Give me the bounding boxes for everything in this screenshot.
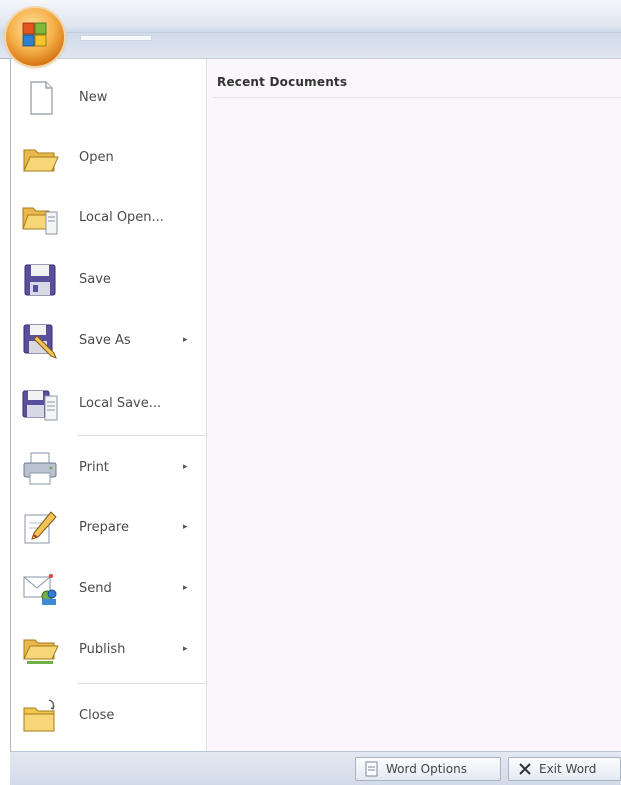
menu-item-label: Publish [79,642,126,657]
menu-item-close[interactable]: Close [11,687,206,745]
submenu-arrow-icon: ▸ [183,462,188,472]
word-options-button[interactable]: Word Options [355,757,501,781]
submenu-arrow-icon: ▸ [183,335,188,345]
submenu-arrow-icon: ▸ [183,644,188,654]
menu-item-print[interactable]: Print ▸ [11,439,206,497]
menu-item-label: Local Save... [79,396,162,411]
menu-item-save[interactable]: Save [11,251,206,309]
publish-folder-icon [21,631,59,669]
close-folder-icon [21,697,59,735]
recent-documents-divider [213,97,621,98]
exit-word-label: Exit Word [539,762,597,776]
save-as-icon [21,322,59,360]
menu-item-label: Print [79,460,109,475]
options-page-icon [364,761,380,777]
menu-item-label: Save [79,272,111,287]
office-button[interactable] [6,8,64,66]
submenu-arrow-icon: ▸ [183,522,188,532]
local-save-icon [21,385,59,423]
window-title-bar [0,0,621,59]
menu-item-local-save[interactable]: Local Save... [11,375,206,433]
new-document-icon [21,79,59,117]
menu-item-label: Prepare [79,520,129,535]
menu-item-prepare[interactable]: Prepare ▸ [11,499,206,557]
office-menu: New Open Local Open... Save Save As ▸ Lo… [10,58,621,751]
printer-icon [21,449,59,487]
word-options-label: Word Options [386,762,467,776]
recent-documents-title: Recent Documents [217,75,348,89]
menu-commands-pane: New Open Local Open... Save Save As ▸ Lo… [11,59,207,751]
floppy-save-icon [21,261,59,299]
menu-item-label: Local Open... [79,210,164,225]
recent-documents-pane: Recent Documents [207,59,621,751]
menu-item-local-open[interactable]: Local Open... [11,189,206,247]
menu-separator [77,683,206,684]
office-logo-icon [22,22,47,47]
menu-item-label: Send [79,581,112,596]
menu-footer: Word Options Exit Word [10,751,621,785]
menu-item-publish[interactable]: Publish ▸ [11,621,206,679]
menu-item-label: Open [79,150,114,165]
menu-item-label: Close [79,708,115,723]
exit-word-button[interactable]: Exit Word [508,757,621,781]
menu-item-save-as[interactable]: Save As ▸ [11,312,206,370]
menu-item-new[interactable]: New [11,69,206,127]
menu-item-label: New [79,90,108,105]
open-folder-icon [21,139,59,177]
prepare-pencil-icon [21,509,59,547]
close-x-icon [517,761,533,777]
menu-separator [77,435,206,436]
local-open-icon [21,199,59,237]
menu-item-send[interactable]: Send ▸ [11,560,206,618]
submenu-arrow-icon: ▸ [183,583,188,593]
send-mail-icon [21,570,59,608]
menu-item-label: Save As [79,333,131,348]
title-bar-divider [66,32,621,33]
quick-access-toolbar[interactable] [80,35,152,41]
menu-item-open[interactable]: Open [11,129,206,187]
